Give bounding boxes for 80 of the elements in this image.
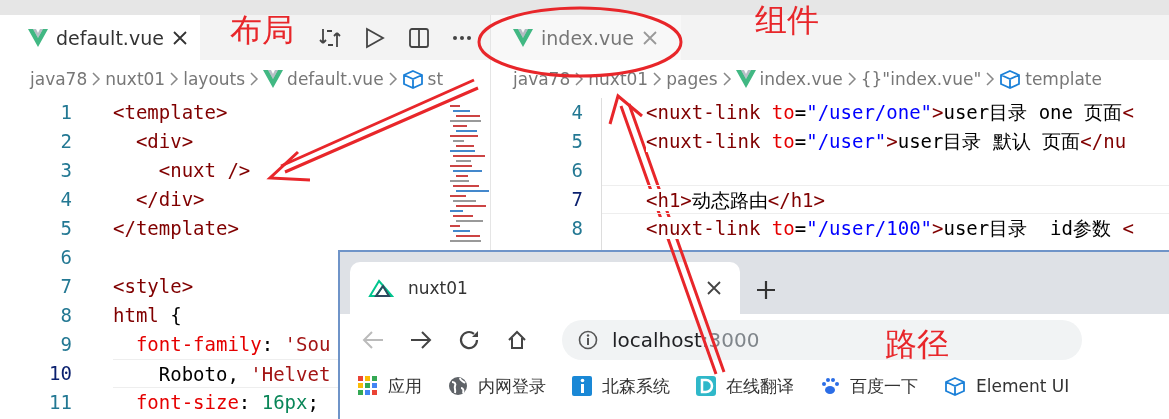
mountain-logo-icon — [368, 278, 394, 298]
chevron-icon — [91, 71, 102, 87]
code-line: <template> — [113, 100, 228, 125]
editor-tab[interactable]: default.vue — [0, 15, 200, 60]
code-line: <nuxt-link to="/user/one">user目录 one 页面< — [646, 100, 1134, 125]
cube-icon — [999, 69, 1022, 89]
cube-icon — [401, 69, 424, 89]
breadcrumb-item[interactable]: default.vue — [287, 69, 384, 89]
reload-icon[interactable] — [458, 329, 480, 351]
annotation-label: 路径 — [885, 328, 949, 360]
code-line: <nuxt /> — [157, 158, 251, 183]
annotation-label: 组件 — [755, 4, 819, 36]
apps-icon[interactable] — [358, 376, 378, 396]
line-number: 6 — [570, 158, 584, 183]
line-number: 7 — [59, 274, 73, 299]
annotation-label: 布局 — [230, 14, 294, 46]
chevron-icon — [387, 71, 398, 87]
info-icon — [578, 330, 598, 350]
chevron-icon — [652, 71, 663, 87]
chevron-icon — [846, 71, 857, 87]
vue-icon — [263, 70, 284, 88]
breadcrumb-item[interactable]: {}"index.vue" — [860, 69, 982, 89]
chevron-icon — [721, 71, 732, 87]
code-line: </template> — [113, 216, 239, 241]
bookmark-link[interactable]: 在线翻译 — [726, 374, 794, 398]
line-number: 11 — [48, 390, 73, 415]
info-icon[interactable] — [572, 376, 592, 396]
code-line: <nuxt-link to="/user">user目录 默认 页面</nu — [646, 129, 1127, 154]
line-number: 8 — [570, 216, 584, 241]
bookmark-link[interactable]: 内网登录 — [478, 374, 546, 398]
breadcrumb-item[interactable]: pages — [666, 69, 718, 89]
line-number: 5 — [570, 129, 584, 154]
code-line: html { — [113, 303, 182, 328]
line-number: 3 — [59, 158, 73, 183]
globe-icon[interactable] — [448, 376, 468, 396]
line-number: 2 — [59, 129, 73, 154]
breadcrumb-item[interactable]: layouts — [183, 69, 246, 89]
code-line: <nuxt-link to="/user/100">user目录 id参数 < — [646, 216, 1134, 241]
chevron-icon — [574, 71, 585, 87]
line-number: 1 — [59, 100, 73, 125]
chevron-icon — [249, 71, 260, 87]
new-tab-icon[interactable] — [756, 280, 776, 300]
browser-tab[interactable]: nuxt01 — [350, 262, 740, 314]
breadcrumb-item[interactable]: index.vue — [759, 69, 843, 89]
chevron-icon — [985, 71, 996, 87]
vue-icon — [513, 28, 533, 47]
vue-icon — [735, 70, 756, 88]
bookmark-link[interactable]: 北森系统 — [602, 374, 670, 398]
paw-icon[interactable] — [820, 376, 840, 396]
line-number: 6 — [59, 245, 73, 270]
vue-icon — [28, 28, 48, 47]
breadcrumb-item[interactable]: java78 — [30, 69, 88, 89]
bookmark-link[interactable]: 百度一下 — [850, 374, 918, 398]
breadcrumb-item[interactable]: nuxt01 — [105, 69, 166, 89]
code-line: <style> — [113, 274, 194, 299]
code-line: <div> — [134, 129, 194, 154]
line-number: 4 — [59, 187, 73, 212]
close-icon[interactable] — [171, 29, 188, 46]
editor-tab[interactable]: index.vue — [491, 15, 681, 60]
line-number: 4 — [570, 100, 584, 125]
code-line: <h1>动态路由</h1> — [602, 185, 1169, 214]
split-editor-icon[interactable] — [408, 26, 430, 49]
code-line: font-family: 'Sou — [134, 332, 331, 357]
breadcrumb-item[interactable]: template — [1025, 69, 1102, 89]
forward-icon[interactable] — [410, 330, 432, 350]
line-number: 7 — [570, 187, 584, 212]
line-number: 8 — [59, 303, 73, 328]
close-icon[interactable] — [706, 280, 722, 296]
line-number: 9 — [59, 332, 73, 357]
play-icon[interactable] — [364, 25, 386, 50]
line-number: 5 — [59, 216, 73, 241]
more-icon[interactable] — [452, 34, 472, 41]
line-number: 10 — [48, 361, 73, 386]
breadcrumb-item[interactable]: st — [427, 69, 444, 89]
bookmark-link[interactable]: Element UI — [976, 376, 1070, 396]
chevron-icon — [169, 71, 180, 87]
home-icon[interactable] — [506, 329, 528, 351]
cube-icon — [944, 376, 966, 396]
code-line: font-size: 16px; — [134, 390, 319, 415]
code-line: </div> — [134, 187, 205, 212]
